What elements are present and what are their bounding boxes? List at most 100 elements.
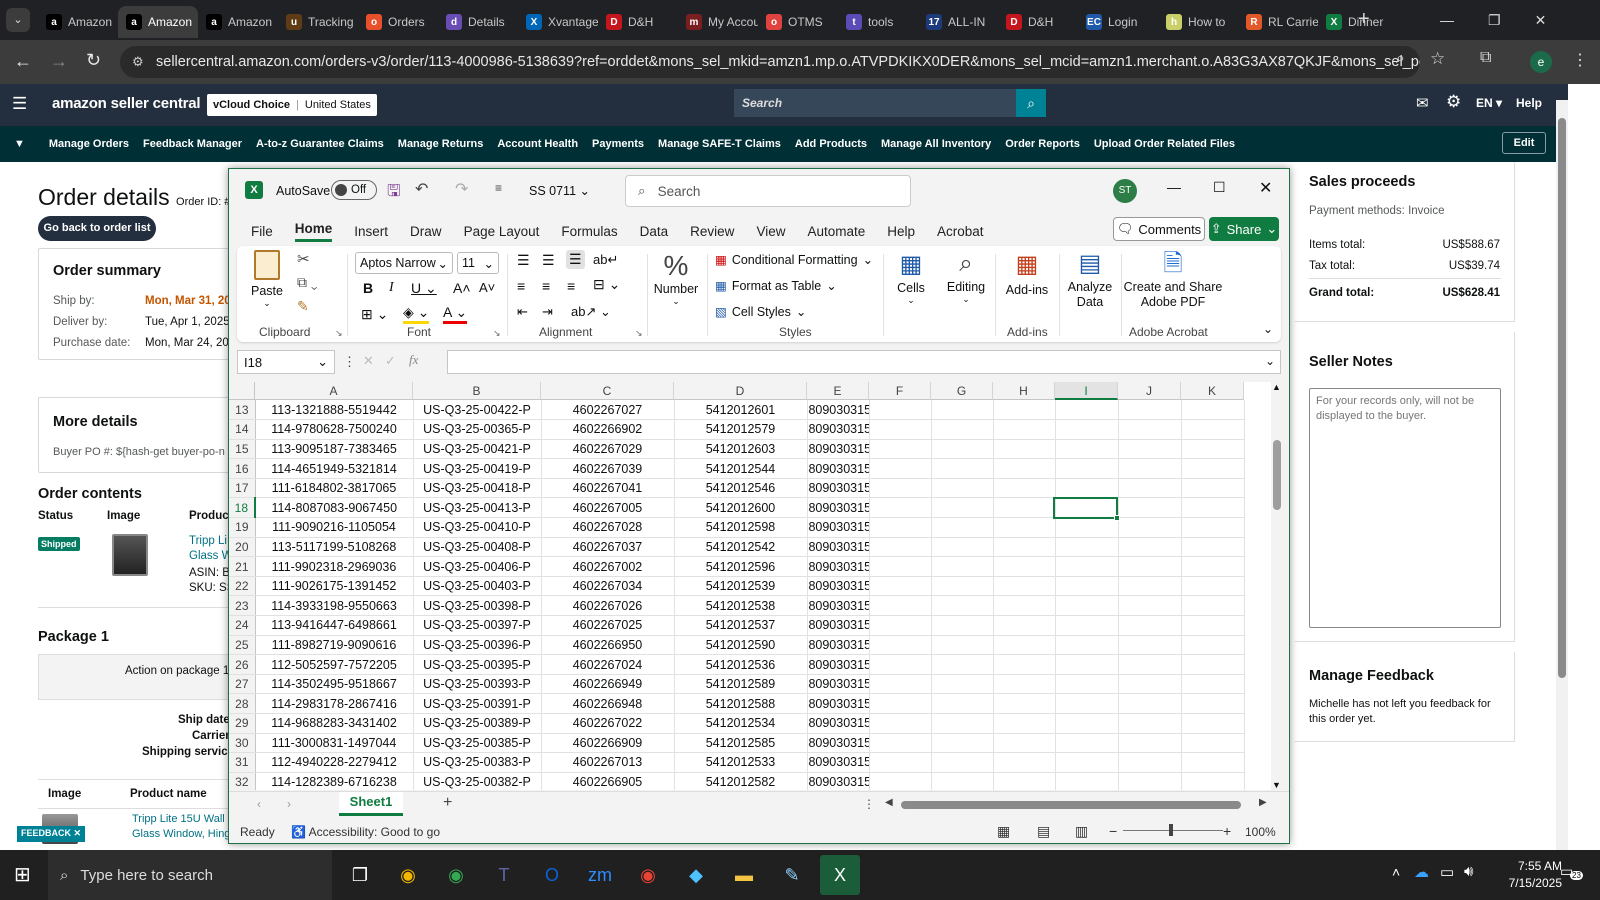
zoom-app-icon[interactable]: zm	[580, 855, 620, 895]
cell-b22[interactable]: US-Q3-25-00403-P	[413, 576, 542, 597]
cell-f18[interactable]	[869, 497, 932, 519]
customize-toolbar-icon[interactable]: ≡	[495, 181, 502, 195]
cell-g27[interactable]	[931, 674, 994, 695]
network-icon[interactable]: ▭	[1440, 863, 1454, 881]
tab-search-button[interactable]: ⌄	[6, 8, 30, 32]
cell-j29[interactable]	[1118, 713, 1182, 734]
cell-i15[interactable]	[1055, 439, 1119, 460]
nav-item-account-health[interactable]: Account Health	[497, 138, 578, 150]
browser-tab[interactable]: o Orders	[358, 6, 438, 38]
cell-g18[interactable]	[931, 497, 994, 519]
cell-a18[interactable]: 114-8087083-9067450	[255, 497, 414, 519]
cell-h15[interactable]	[993, 439, 1056, 460]
cell-f14[interactable]	[869, 419, 932, 440]
cell-b31[interactable]: US-Q3-25-00383-P	[413, 752, 542, 773]
amazon-search-input[interactable]: Search	[734, 89, 1016, 117]
scroll-up-icon[interactable]: ▲	[1272, 382, 1281, 392]
cell-f27[interactable]	[869, 674, 932, 695]
extensions-icon[interactable]: ⧉	[1480, 49, 1491, 67]
cell-i32[interactable]	[1055, 772, 1119, 790]
create-share-pdf-button[interactable]: 🗎 Create and Share Adobe PDF	[1123, 250, 1223, 310]
excel-taskbar-icon[interactable]: X	[820, 855, 860, 895]
cell-g30[interactable]	[931, 733, 994, 754]
nav-item-add-products[interactable]: Add Products	[795, 138, 867, 150]
ribbon-tab-draw[interactable]: Draw	[410, 224, 442, 239]
nav-item-order-reports[interactable]: Order Reports	[1005, 138, 1080, 150]
windows-start-icon[interactable]: ⊞	[14, 862, 31, 887]
cell-d18[interactable]: 5412012600	[674, 497, 808, 519]
ribbon-tab-formulas[interactable]: Formulas	[561, 224, 617, 239]
cell-b19[interactable]: US-Q3-25-00410-P	[413, 517, 542, 538]
notepad-icon[interactable]: ✎	[772, 855, 812, 895]
cell-g16[interactable]	[931, 458, 994, 479]
nav-item-manage-all-inventory[interactable]: Manage All Inventory	[881, 138, 991, 150]
cell-g32[interactable]	[931, 772, 994, 790]
cell-k27[interactable]	[1181, 674, 1245, 695]
cell-c18[interactable]: 4602267005	[541, 497, 675, 519]
cell-f25[interactable]	[869, 635, 932, 656]
ribbon-tab-insert[interactable]: Insert	[354, 224, 388, 239]
nav-item-a-to-z-guarantee-claims[interactable]: A-to-z Guarantee Claims	[256, 138, 384, 150]
cell-c24[interactable]: 4602267025	[541, 615, 675, 636]
cell-c25[interactable]: 4602266950	[541, 635, 675, 656]
ribbon-tab-file[interactable]: File	[251, 224, 273, 239]
spreadsheet-grid[interactable]: ABCDEFGHIJK 13 113-1321888-5519442 US-Q3-2…	[229, 382, 1279, 790]
cell-d30[interactable]: 5412012585	[674, 733, 808, 754]
cell-e14[interactable]: 480903031566580	[807, 419, 870, 440]
formula-bar-more-icon[interactable]: ⋮	[343, 354, 356, 370]
font-size-select[interactable]: 11 ⌄	[457, 252, 499, 274]
row-header[interactable]: 22	[229, 576, 256, 597]
cell-c20[interactable]: 4602267037	[541, 537, 675, 558]
cell-i30[interactable]	[1055, 733, 1119, 754]
reload-icon[interactable]: ↻	[86, 50, 101, 71]
settings-gear-icon[interactable]: ⚙	[1446, 92, 1461, 112]
row-header[interactable]: 24	[229, 615, 256, 636]
chrome-alt-icon[interactable]: ◉	[628, 855, 668, 895]
cell-h29[interactable]	[993, 713, 1056, 734]
chrome-icon[interactable]: ◉	[388, 855, 428, 895]
cell-k24[interactable]	[1181, 615, 1245, 636]
column-header-d[interactable]: D	[674, 382, 807, 400]
column-header-k[interactable]: K	[1181, 382, 1244, 400]
formula-expand-icon[interactable]: ⌄	[1265, 354, 1275, 368]
cell-d25[interactable]: 5412012590	[674, 635, 808, 656]
browser-tab[interactable]: d Details	[438, 6, 518, 38]
cell-g14[interactable]	[931, 419, 994, 440]
cell-j25[interactable]	[1118, 635, 1182, 656]
scroll-down-icon[interactable]: ▼	[1272, 780, 1281, 790]
font-launcher-icon[interactable]: ↘	[493, 328, 501, 339]
cell-b17[interactable]: US-Q3-25-00418-P	[413, 478, 542, 499]
column-header-c[interactable]: C	[541, 382, 674, 400]
browser-tab[interactable]: h How to	[1158, 6, 1238, 38]
excel-maximize-icon[interactable]: ☐	[1213, 179, 1226, 196]
cell-a27[interactable]: 114-3502495-9518667	[255, 674, 414, 695]
format-painter-icon[interactable]: ✎	[297, 298, 309, 315]
borders-icon[interactable]: ⊞ ⌄	[361, 306, 388, 323]
cell-k19[interactable]	[1181, 517, 1245, 538]
minimize-icon[interactable]: —	[1440, 12, 1454, 28]
task-view-icon[interactable]: ❐	[340, 855, 380, 895]
cell-i28[interactable]	[1055, 693, 1119, 714]
cell-c27[interactable]: 4602266949	[541, 674, 675, 695]
search-button[interactable]: ⌕	[1016, 89, 1046, 117]
cell-c26[interactable]: 4602267024	[541, 654, 675, 675]
zoom-slider-thumb[interactable]	[1169, 824, 1173, 836]
active-cell-outline[interactable]	[1053, 497, 1118, 519]
cell-c30[interactable]: 4602266909	[541, 733, 675, 754]
cell-e22[interactable]: 480903031572910	[807, 576, 870, 597]
cell-i17[interactable]	[1055, 478, 1119, 499]
cell-h16[interactable]	[993, 458, 1056, 479]
row-header[interactable]: 32	[229, 772, 256, 790]
browser-tab[interactable]: aAmazon✕	[118, 6, 198, 38]
cell-b24[interactable]: US-Q3-25-00397-P	[413, 615, 542, 636]
cell-a23[interactable]: 114-3933198-9550663	[255, 595, 414, 617]
font-name-select[interactable]: Aptos Narrow ⌄	[355, 252, 453, 274]
align-top-icon[interactable]: ☰	[517, 252, 530, 269]
cell-i25[interactable]	[1055, 635, 1119, 656]
excel-minimize-icon[interactable]: —	[1167, 179, 1181, 195]
comments-button[interactable]: 🗨 Comments	[1113, 217, 1205, 241]
insert-function-icon[interactable]: fx	[409, 352, 418, 368]
url-input[interactable]: ⚙ sellercentral.amazon.com/orders-v3/ord…	[120, 46, 1420, 78]
column-header-a[interactable]: A	[255, 382, 413, 400]
cell-i13[interactable]	[1055, 400, 1119, 421]
